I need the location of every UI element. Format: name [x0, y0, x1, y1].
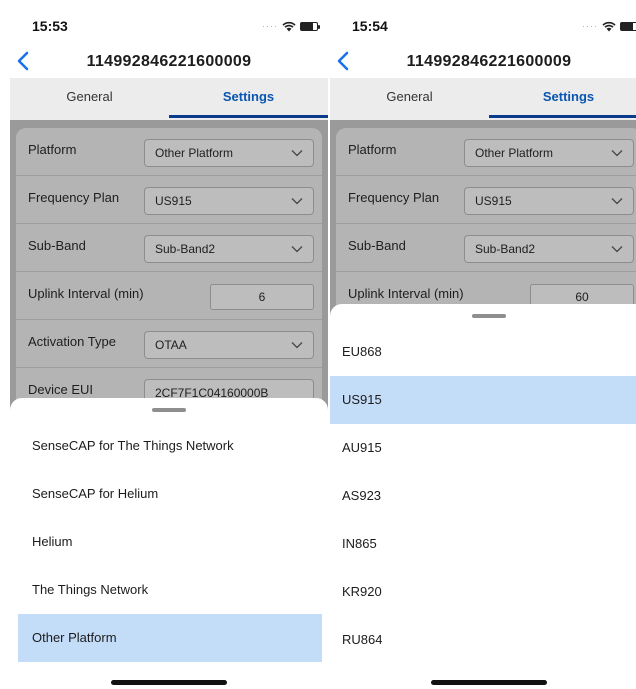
frequency-plan-select[interactable]: US915	[144, 187, 314, 215]
platform-label: Platform	[348, 142, 397, 157]
tab-settings[interactable]: Settings	[169, 78, 328, 120]
status-icons: ····	[262, 19, 320, 33]
frequency-plan-option-selected[interactable]: US915	[330, 376, 636, 424]
platform-option-list: SenseCAP for The Things Network SenseCAP…	[10, 422, 328, 662]
tab-indicator	[169, 115, 328, 118]
form-row-frequency-plan: Frequency Plan US915	[336, 176, 636, 224]
frequency-plan-picker-sheet: EU868 US915 AU915 AS923 IN865 KR920 RU86…	[330, 304, 636, 689]
sub-band-value: Sub-Band2	[475, 242, 536, 256]
sub-band-label: Sub-Band	[348, 238, 406, 253]
page-title: 114992846221600009	[86, 53, 252, 70]
activation-type-value: OTAA	[155, 338, 187, 352]
platform-option[interactable]: Helium	[18, 518, 322, 566]
uplink-interval-label: Uplink Interval (min)	[348, 286, 464, 301]
home-indicator	[111, 680, 227, 685]
frequency-plan-option[interactable]: EU868	[330, 328, 636, 376]
settings-form: Platform Other Platform Frequency Plan U…	[16, 128, 322, 416]
activation-type-select[interactable]: OTAA	[144, 331, 314, 359]
status-bar: 15:53 ····	[10, 0, 328, 48]
frequency-plan-select[interactable]: US915	[464, 187, 634, 215]
frequency-plan-option[interactable]: AS923	[330, 472, 636, 520]
chevron-down-icon	[291, 150, 303, 157]
device-eui-label: Device EUI	[28, 382, 94, 397]
status-time: 15:53	[32, 18, 68, 34]
frequency-plan-label: Frequency Plan	[28, 190, 120, 205]
sheet-drag-handle[interactable]	[152, 408, 186, 412]
form-row-uplink-interval: Uplink Interval (min) 6	[16, 272, 322, 320]
page-title: 114992846221600009	[406, 53, 572, 70]
settings-form: Platform Other Platform Frequency Plan U…	[336, 128, 636, 320]
platform-value: Other Platform	[475, 146, 554, 160]
home-indicator	[431, 680, 547, 685]
frequency-plan-value: US915	[155, 194, 192, 208]
platform-select[interactable]: Other Platform	[464, 139, 634, 167]
status-time: 15:54	[352, 18, 388, 34]
platform-option[interactable]: SenseCAP for Helium	[18, 470, 322, 518]
form-row-platform: Platform Other Platform	[336, 128, 636, 176]
wifi-icon	[602, 21, 616, 31]
sub-band-select[interactable]: Sub-Band2	[464, 235, 634, 263]
form-row-sub-band: Sub-Band Sub-Band2	[336, 224, 636, 272]
uplink-interval-label: Uplink Interval (min)	[28, 286, 144, 301]
nav-bar: 114992846221600009	[330, 48, 636, 78]
wifi-icon	[282, 21, 296, 31]
signal-icon: ····	[262, 21, 278, 31]
chevron-down-icon	[291, 198, 303, 205]
sub-band-value: Sub-Band2	[155, 242, 216, 256]
platform-option[interactable]: SenseCAP for The Things Network	[18, 422, 322, 470]
platform-label: Platform	[28, 142, 77, 157]
frequency-plan-value: US915	[475, 194, 512, 208]
sheet-drag-handle[interactable]	[472, 314, 506, 318]
chevron-down-icon	[291, 342, 303, 349]
form-row-platform: Platform Other Platform	[16, 128, 322, 176]
status-icons: ····	[582, 19, 636, 33]
nav-bar: 114992846221600009	[10, 48, 328, 78]
activation-type-label: Activation Type	[28, 334, 116, 349]
battery-icon	[300, 21, 320, 31]
status-bar: 15:54 ····	[330, 0, 636, 48]
form-row-sub-band: Sub-Band Sub-Band2	[16, 224, 322, 272]
frequency-plan-option[interactable]: IN865	[330, 520, 636, 568]
chevron-down-icon	[611, 198, 623, 205]
chevron-down-icon	[291, 246, 303, 253]
frequency-plan-option-list: EU868 US915 AU915 AS923 IN865 KR920 RU86…	[330, 328, 636, 664]
frequency-plan-label: Frequency Plan	[348, 190, 440, 205]
form-row-frequency-plan: Frequency Plan US915	[16, 176, 322, 224]
platform-picker-sheet: SenseCAP for The Things Network SenseCAP…	[10, 398, 328, 689]
tab-bar: General Settings	[10, 78, 328, 120]
tab-indicator	[489, 115, 636, 118]
frequency-plan-option[interactable]: RU864	[330, 616, 636, 664]
platform-select[interactable]: Other Platform	[144, 139, 314, 167]
battery-icon	[620, 21, 636, 31]
platform-value: Other Platform	[155, 146, 234, 160]
tab-general[interactable]: General	[10, 78, 169, 120]
signal-icon: ····	[582, 21, 598, 31]
tab-bar: General Settings	[330, 78, 636, 120]
sub-band-label: Sub-Band	[28, 238, 86, 253]
frequency-plan-option[interactable]: KR920	[330, 568, 636, 616]
frequency-plan-option[interactable]: AU915	[330, 424, 636, 472]
phone-screen-right: 15:54 ···· 114992846221600009 General Se…	[330, 0, 636, 689]
platform-option[interactable]: The Things Network	[18, 566, 322, 614]
tab-settings[interactable]: Settings	[489, 78, 636, 120]
sub-band-select[interactable]: Sub-Band2	[144, 235, 314, 263]
chevron-down-icon	[611, 246, 623, 253]
chevron-down-icon	[611, 150, 623, 157]
tab-general[interactable]: General	[330, 78, 489, 120]
platform-option-selected[interactable]: Other Platform	[18, 614, 322, 662]
form-row-activation-type: Activation Type OTAA	[16, 320, 322, 368]
phone-screen-left: 15:53 ···· 114992846221600009 General Se…	[10, 0, 328, 689]
uplink-interval-input[interactable]: 6	[210, 284, 314, 310]
